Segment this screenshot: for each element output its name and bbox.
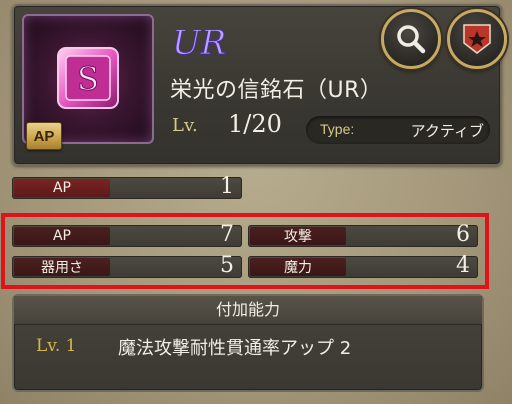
item-name: 栄光の信銘石（UR）: [170, 78, 383, 103]
favorite-button[interactable]: [447, 9, 507, 69]
magnifier-icon: [397, 25, 426, 54]
gem-icon: S: [52, 42, 124, 114]
bonus-description: 魔法攻撃耐性貫通率アップ 2: [118, 338, 352, 359]
type-value: アクティブ: [410, 122, 484, 140]
rarity-emblem: UR: [170, 18, 230, 64]
stats-highlight-box: [1, 213, 489, 289]
cost-ap-value: 1: [220, 174, 234, 199]
type-box: Type: アクティブ: [306, 116, 490, 144]
svg-text:S: S: [77, 60, 99, 98]
search-button[interactable]: [381, 9, 441, 69]
type-label: Type:: [320, 121, 355, 137]
ap-badge: AP: [26, 122, 62, 150]
bonus-ability-panel: 付加能力 Lv. 1 魔法攻撃耐性貫通率アップ 2: [12, 294, 484, 392]
star-shield-icon: [463, 24, 491, 54]
rarity-text: UR: [172, 23, 226, 63]
cost-ap-label: AP: [14, 179, 110, 197]
level-value: 1/20: [228, 110, 282, 138]
bonus-title: 付加能力: [14, 296, 482, 325]
bonus-level: Lv. 1: [36, 336, 77, 356]
cost-ap-stat: AP 1: [12, 174, 242, 199]
level-label: Lv.: [172, 115, 198, 136]
